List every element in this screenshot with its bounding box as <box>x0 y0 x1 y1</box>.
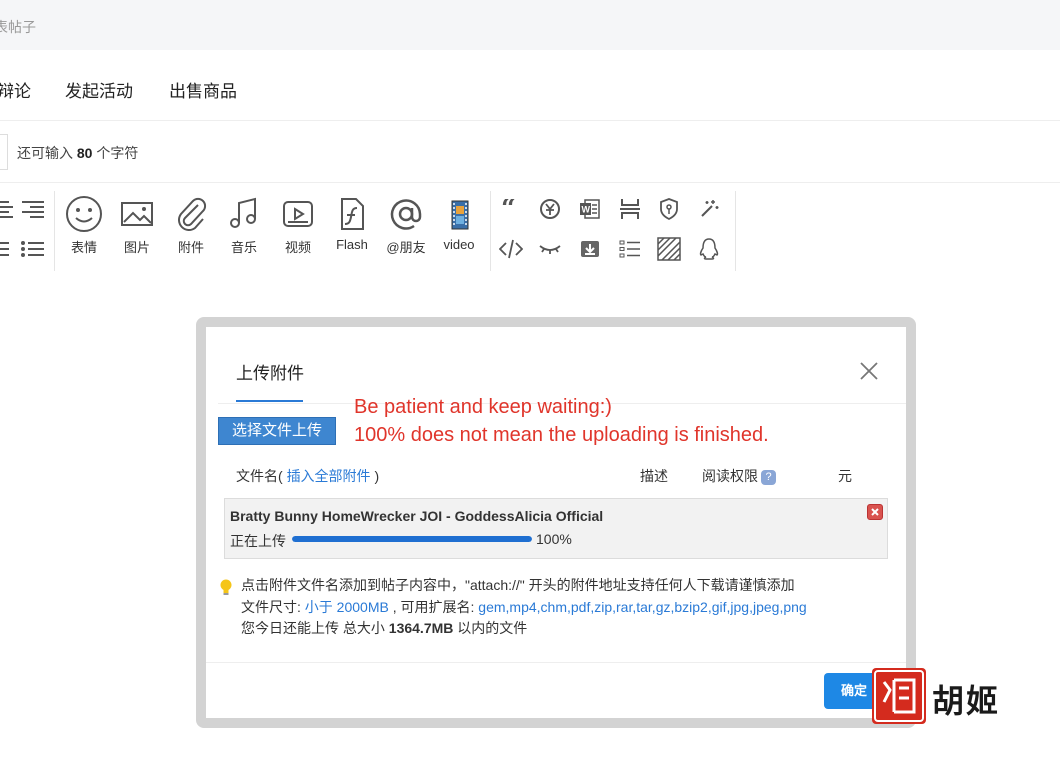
title-input[interactable] <box>0 134 8 170</box>
title-row: 还可输入 80 个字符 <box>0 121 1060 183</box>
qq-icon[interactable] <box>695 235 723 263</box>
align-right-icon[interactable] <box>18 195 46 223</box>
tool-label: 音乐 <box>230 240 257 255</box>
svg-text:“: “ <box>501 199 516 219</box>
music-button[interactable]: 音乐 <box>219 195 269 256</box>
video-button[interactable]: 视频 <box>273 195 323 256</box>
tool-label: 图片 <box>123 240 150 255</box>
max-file-size: 小于 2000MB <box>304 598 389 615</box>
red-seal-logo <box>872 668 926 724</box>
at-icon <box>390 199 422 230</box>
close-icon <box>860 362 878 380</box>
upload-info: 点击附件文件名添加到帖子内容中，"attach://" 开头的附件地址支持任何人… <box>218 575 898 640</box>
tool-label: 附件 <box>177 240 204 255</box>
hidden-content-icon[interactable] <box>655 195 683 223</box>
music-icon <box>230 197 256 228</box>
top-bar: 表帖子 <box>0 0 1060 50</box>
file-row: Bratty Bunny HomeWrecker JOI - GoddessAl… <box>224 498 888 559</box>
active-tab-indicator <box>236 400 303 402</box>
note-line: 100% does not mean the uploading is fini… <box>354 424 769 446</box>
tool-label: 表情 <box>70 240 97 255</box>
unordered-list-icon[interactable] <box>18 235 46 263</box>
info-line-1: 点击附件文件名添加到帖子内容中，"attach://" 开头的附件地址支持任何人… <box>241 577 795 593</box>
page-break-icon[interactable] <box>616 195 644 223</box>
list-icon[interactable] <box>616 235 644 263</box>
page-title: 表帖子 <box>0 19 36 35</box>
film-icon <box>451 200 469 230</box>
read-permission-column-header: 阅读权限? <box>702 466 776 486</box>
tool-label: @朋友 <box>386 240 426 255</box>
video-embed-button[interactable]: video <box>434 195 484 252</box>
post-type-tabs: 辩论 发起活动 出售商品 <box>0 50 1060 121</box>
flash-icon <box>341 198 364 230</box>
download-icon[interactable] <box>576 235 604 263</box>
info-line-2: 文件尺寸: 小于 2000MB , 可用扩展名: gem,mp4,chm,pdf… <box>241 598 807 615</box>
upload-progress-bar <box>292 536 532 542</box>
help-icon[interactable]: ? <box>761 469 776 485</box>
toolbar-divider <box>735 191 736 271</box>
video-icon <box>283 201 313 227</box>
close-button[interactable] <box>858 360 880 382</box>
image-icon <box>121 202 153 226</box>
file-name[interactable]: Bratty Bunny HomeWrecker JOI - GoddessAl… <box>230 508 603 524</box>
smiley-icon <box>66 196 102 232</box>
lightbulb-icon <box>220 579 232 595</box>
tool-label: 视频 <box>284 240 311 255</box>
insert-all-attachments-link[interactable]: 插入全部附件 <box>287 468 371 484</box>
tool-label: video <box>443 237 475 252</box>
upload-status: 正在上传 <box>230 533 286 549</box>
char-count: 还可输入 80 个字符 <box>17 145 139 161</box>
toolbar-divider <box>490 191 491 271</box>
tab-upload-attachment[interactable]: 上传附件 <box>236 359 304 384</box>
emoji-button[interactable]: 表情 <box>59 195 109 256</box>
paperclip-icon <box>178 197 207 231</box>
price-column-header: 元 <box>838 468 852 484</box>
quote-icon[interactable]: “ <box>497 195 525 223</box>
toolbar-divider <box>54 191 55 271</box>
tab-start-activity[interactable]: 发起活动 <box>65 77 133 102</box>
description-column-header: 描述 <box>640 468 668 484</box>
file-list-header: 文件名( 插入全部附件 ) 描述 阅读权限? 元 <box>224 457 886 491</box>
magic-wand-icon[interactable] <box>695 195 723 223</box>
remaining-quota: 1364.7MB <box>388 620 454 636</box>
currency-icon[interactable] <box>536 195 564 223</box>
hide-eye-icon[interactable] <box>536 235 564 263</box>
allowed-extensions: gem,mp4,chm,pdf,zip,rar,tar,gz,bzip2,gif… <box>478 598 807 615</box>
tool-label: Flash <box>336 237 368 252</box>
svg-text:W: W <box>582 205 591 215</box>
image-button[interactable]: 图片 <box>112 195 162 256</box>
delete-file-button[interactable] <box>867 504 883 520</box>
word-icon[interactable]: W <box>576 195 604 223</box>
editor-toolbar: 表情 图片 附件 音乐 视频 Flash @朋友 video “ W <box>0 183 740 273</box>
watermark-logo: 胡姬 <box>872 668 1012 728</box>
info-line-3: 您今日还能上传 总大小 1364.7MB 以内的文件 <box>241 620 528 636</box>
mention-friend-button[interactable]: @朋友 <box>381 195 431 256</box>
select-file-upload-button[interactable]: 选择文件上传 <box>218 417 336 445</box>
pattern-icon[interactable] <box>655 235 683 263</box>
footer-divider <box>206 662 906 663</box>
tab-sell-goods[interactable]: 出售商品 <box>169 77 237 102</box>
upload-attachment-dialog: 上传附件 选择文件上传 Be patient and keep waiting:… <box>206 327 906 718</box>
attachment-button[interactable]: 附件 <box>166 195 216 256</box>
code-icon[interactable] <box>497 235 525 263</box>
filename-column-header: 文件名( 插入全部附件 ) <box>236 468 380 484</box>
note-line: Be patient and keep waiting:) <box>354 396 612 418</box>
upload-progress-fill <box>292 536 532 542</box>
delete-icon <box>871 508 879 516</box>
tab-debate[interactable]: 辩论 <box>0 77 31 102</box>
flash-button[interactable]: Flash <box>327 195 377 252</box>
upload-progress-text: 100% <box>536 531 572 547</box>
watermark-text: 胡姬 <box>932 682 1001 720</box>
annotation-note: Be patient and keep waiting:) 100% does … <box>354 393 769 449</box>
